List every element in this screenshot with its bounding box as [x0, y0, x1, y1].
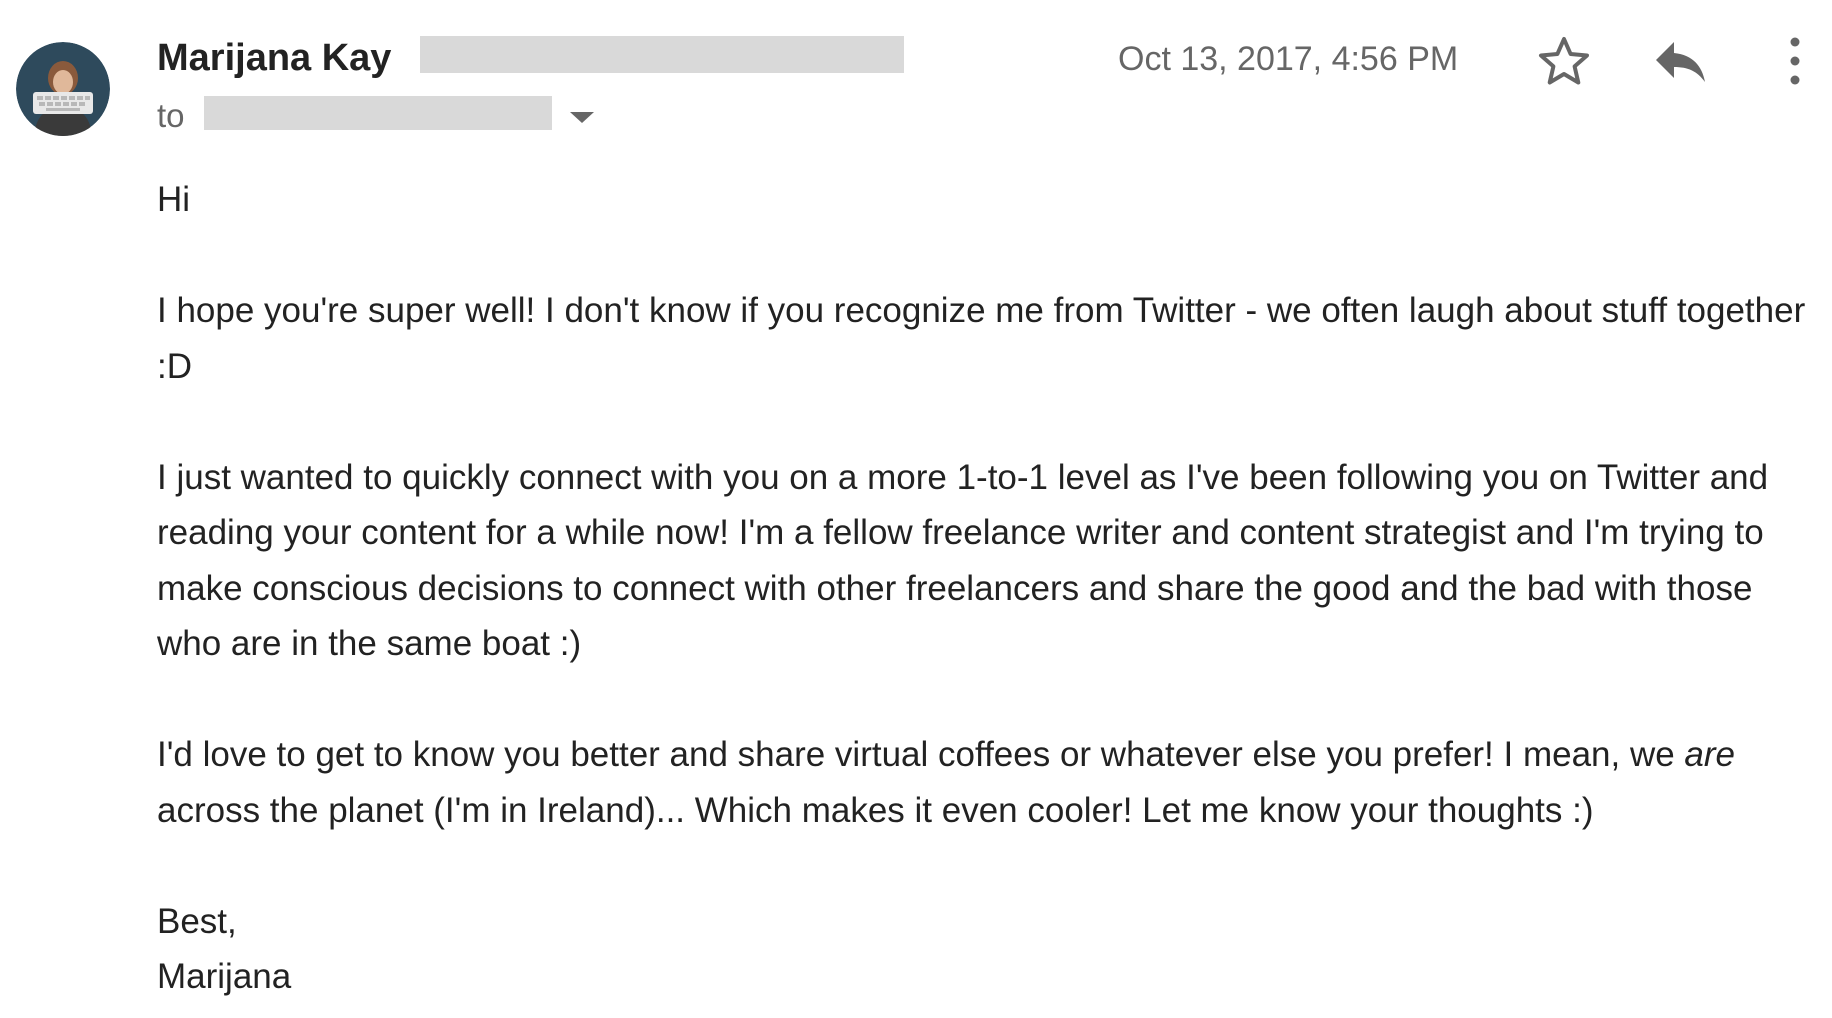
email-timestamp: Oct 13, 2017, 4:56 PM	[1118, 40, 1459, 78]
reply-arrow-icon	[1656, 42, 1705, 82]
redacted-sender-email	[420, 36, 904, 73]
email-paragraph-3: I'd love to get to know you better and s…	[157, 727, 1817, 838]
email-greeting: Hi	[157, 180, 191, 219]
redacted-recipient	[204, 96, 552, 130]
email-signature: Marijana	[157, 957, 292, 996]
reply-button[interactable]	[1652, 36, 1708, 86]
recipient-label: to	[157, 97, 185, 134]
sender-name: Marijana Kay	[157, 37, 392, 79]
star-outline-icon	[1539, 37, 1589, 85]
email-body: Hi I hope you're super well! I don't kno…	[157, 172, 1817, 1005]
paragraph-3-text-end: across the planet (I'm in Ireland)... Wh…	[157, 790, 1594, 830]
vertical-dots-icon	[1790, 37, 1800, 85]
paragraph-3-emphasis: are	[1684, 735, 1736, 774]
recipient-details-dropdown[interactable]	[566, 104, 598, 130]
chevron-down-icon	[570, 112, 594, 123]
sender-avatar[interactable]	[16, 42, 110, 136]
email-signature-block: Best, Marijana	[157, 894, 1817, 1005]
email-paragraph-2: I just wanted to quickly connect with yo…	[157, 457, 1769, 664]
more-options-button[interactable]	[1780, 36, 1810, 86]
star-button[interactable]	[1536, 34, 1592, 90]
email-signoff: Best,	[157, 901, 237, 941]
paragraph-3-text-start: I'd love to get to know you better and s…	[157, 735, 1685, 774]
email-paragraph-1: I hope you're super well! I don't know i…	[157, 291, 1806, 386]
